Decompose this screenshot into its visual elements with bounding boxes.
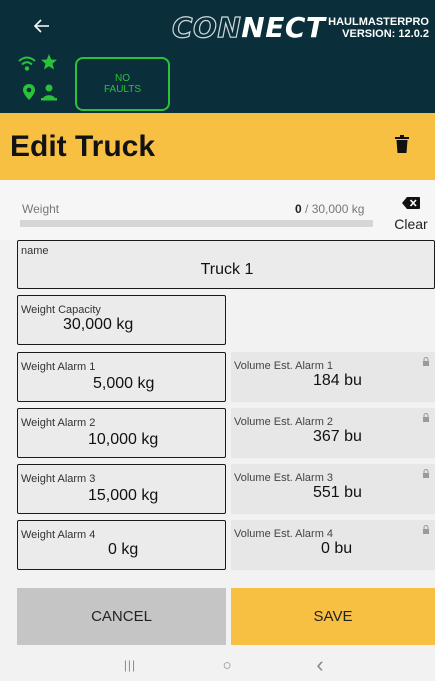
home-nav-icon[interactable]: ○ — [212, 654, 242, 676]
weight-capacity-label: Weight Capacity — [21, 304, 101, 316]
volume-alarm-3-label: Volume Est. Alarm 3 — [234, 472, 334, 484]
version-label: VERSION: 12.0.2 — [342, 28, 429, 40]
name-field-label: name — [21, 245, 49, 257]
weight-alarm-1-value: 5,000 kg — [93, 375, 155, 392]
weight-alarm-2-label: Weight Alarm 2 — [21, 417, 96, 429]
weight-alarm-1-field[interactable]: Weight Alarm 1 5,000 kg — [17, 352, 226, 402]
location-pin-icon — [23, 84, 35, 100]
name-field[interactable]: name Truck 1 — [17, 240, 435, 289]
weight-alarm-3-value: 15,000 kg — [88, 487, 159, 504]
system-nav-bar: ||| ○ ‹ — [0, 650, 435, 681]
lock-icon — [423, 413, 429, 422]
weight-alarm-2-value: 10,000 kg — [88, 431, 159, 448]
volume-alarm-3-field: Volume Est. Alarm 3 551 bu — [231, 464, 435, 514]
cancel-button[interactable]: CANCEL — [17, 588, 226, 645]
faults-line2: FAULTS — [103, 84, 142, 95]
clear-button[interactable]: Clear — [390, 196, 432, 232]
weight-label: Weight — [22, 202, 60, 216]
wifi-icon — [18, 56, 36, 71]
page-title: Edit Truck — [10, 130, 156, 163]
back-arrow-icon[interactable] — [30, 14, 54, 38]
faults-status-button[interactable]: NO FAULTS — [75, 57, 170, 111]
volume-alarm-2-value: 367 bu — [313, 428, 362, 445]
app-screen: CONNECT HAULMASTERPRO VERSION: 12.0.2 NO… — [0, 0, 435, 681]
volume-alarm-3-value: 551 bu — [313, 484, 362, 501]
weight-current: 0 — [295, 202, 302, 216]
backspace-icon — [402, 197, 420, 209]
volume-alarm-1-label: Volume Est. Alarm 1 — [234, 360, 334, 372]
lock-icon — [423, 357, 429, 366]
product-name: HAULMASTERPRO — [328, 16, 429, 28]
weight-readout: 0 / 30,000 kg — [295, 202, 364, 216]
weight-capacity-value: 30,000 kg — [63, 316, 134, 333]
save-button[interactable]: SAVE — [231, 588, 435, 645]
weight-capacity-field[interactable]: Weight Capacity 30,000 kg — [17, 295, 226, 345]
app-logo: CONNECT — [171, 10, 326, 44]
volume-alarm-1-value: 184 bu — [313, 372, 362, 389]
back-nav-icon[interactable]: ‹ — [305, 652, 335, 677]
weight-alarm-3-label: Weight Alarm 3 — [21, 473, 96, 485]
recents-nav-icon[interactable]: ||| — [115, 654, 145, 676]
volume-alarm-2-field: Volume Est. Alarm 2 367 bu — [231, 408, 435, 458]
weight-progress-bar — [20, 220, 373, 227]
weight-alarm-4-label: Weight Alarm 4 — [21, 529, 96, 541]
driver-icon — [41, 84, 57, 101]
star-icon — [41, 54, 57, 70]
weight-progress-row: Weight 0 / 30,000 kg Clear — [0, 180, 435, 240]
status-icons — [18, 53, 68, 105]
edit-header: Edit Truck — [0, 113, 435, 180]
weight-alarm-3-field[interactable]: Weight Alarm 3 15,000 kg — [17, 464, 226, 514]
lock-icon — [423, 469, 429, 478]
weight-alarm-4-value: 0 kg — [108, 541, 139, 558]
volume-alarm-4-field: Volume Est. Alarm 4 0 bu — [231, 520, 435, 570]
weight-alarm-4-field[interactable]: Weight Alarm 4 0 kg — [17, 520, 226, 570]
weight-separator: / — [301, 202, 312, 216]
clear-label: Clear — [394, 216, 428, 232]
volume-alarm-4-value: 0 bu — [321, 540, 353, 557]
weight-alarm-1-label: Weight Alarm 1 — [21, 361, 96, 373]
volume-alarm-4-label: Volume Est. Alarm 4 — [234, 528, 334, 540]
volume-alarm-2-label: Volume Est. Alarm 2 — [234, 416, 334, 428]
faults-line1: NO — [115, 73, 130, 84]
weight-alarm-2-field[interactable]: Weight Alarm 2 10,000 kg — [17, 408, 226, 458]
trash-icon[interactable] — [395, 135, 417, 159]
volume-alarm-1-field: Volume Est. Alarm 1 184 bu — [231, 352, 435, 402]
weight-capacity: 30,000 kg — [311, 202, 365, 216]
top-app-bar: CONNECT HAULMASTERPRO VERSION: 12.0.2 NO… — [0, 0, 435, 113]
name-field-value: Truck 1 — [200, 261, 254, 278]
version-info: HAULMASTERPRO VERSION: 12.0.2 — [328, 16, 429, 40]
lock-icon — [423, 525, 429, 534]
